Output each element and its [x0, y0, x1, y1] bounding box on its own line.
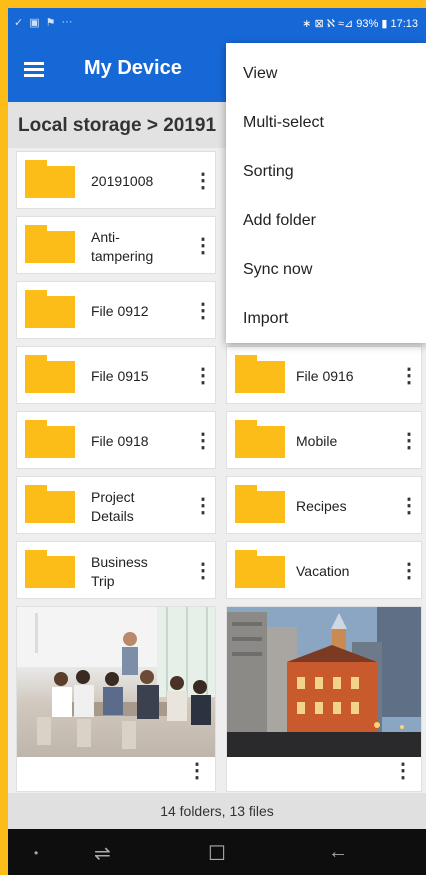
file-tile[interactable]: ⋮ — [226, 606, 422, 792]
folder-name: Recipes — [296, 498, 347, 514]
more-options-icon[interactable]: ⋮ — [193, 235, 213, 257]
more-options-icon[interactable]: ⋮ — [193, 365, 213, 387]
folder-tile[interactable]: Anti- tampering ⋮ — [16, 216, 216, 274]
folder-name: Project Details — [91, 489, 135, 524]
more-options-icon[interactable]: ⋮ — [399, 430, 419, 452]
folder-name: Anti- tampering — [91, 229, 154, 264]
folder-tile[interactable]: Mobile ⋮ — [226, 411, 422, 469]
folder-name: Mobile — [296, 433, 338, 449]
system-nav-bar: • ⇌ ☐ ← — [8, 829, 426, 875]
folder-tile[interactable]: File 0912 ⋮ — [16, 281, 216, 339]
check-icon: ✓ — [14, 17, 24, 29]
city-photo — [227, 607, 421, 757]
gallery-icon: ▣ — [29, 17, 40, 29]
more-options-icon[interactable]: ⋮ — [393, 758, 413, 783]
more-options-icon[interactable]: ⋮ — [193, 300, 213, 322]
recents-icon[interactable]: ⇌ — [94, 841, 111, 866]
more-options-icon[interactable]: ⋮ — [399, 560, 419, 582]
folder-name: Business Trip — [91, 554, 148, 589]
menu-item-multi-select[interactable]: Multi-select — [226, 99, 426, 148]
more-icon: ··· — [61, 16, 73, 28]
folder-icon — [235, 550, 285, 588]
menu-item-import[interactable]: Import — [226, 295, 426, 344]
page-title: My Device — [84, 57, 182, 79]
folder-icon — [235, 420, 285, 458]
more-options-icon[interactable]: ⋮ — [193, 495, 213, 517]
folder-icon — [25, 420, 75, 458]
file-tile[interactable]: ⋮ — [16, 606, 216, 792]
folder-icon — [25, 290, 75, 328]
folder-name: File 0915 — [91, 368, 149, 384]
folder-name: File 0916 — [296, 368, 354, 384]
folder-name: 20191008 — [91, 173, 154, 189]
folder-tile[interactable]: Vacation ⋮ — [226, 541, 422, 599]
more-options-icon[interactable]: ⋮ — [399, 365, 419, 387]
more-options-icon[interactable]: ⋮ — [193, 560, 213, 582]
status-right-text: ∗ ⊠ ℵ ≈⊿ 93% ▮ 17:13 — [302, 18, 418, 30]
folder-icon — [25, 160, 75, 198]
folder-icon — [235, 485, 285, 523]
more-options-icon[interactable]: ⋮ — [187, 758, 207, 783]
dot-icon: • — [34, 846, 39, 860]
status-bar: ✓ ▣ ⚑ ··· ∗ ⊠ ℵ ≈⊿ 93% ▮ 17:13 — [8, 8, 426, 38]
more-options-icon[interactable]: ⋮ — [193, 170, 213, 192]
more-options-icon[interactable]: ⋮ — [399, 495, 419, 517]
folder-tile[interactable]: File 0916 ⋮ — [226, 346, 422, 404]
more-options-icon[interactable]: ⋮ — [193, 430, 213, 452]
folder-icon — [25, 485, 75, 523]
folder-icon — [235, 355, 285, 393]
overflow-menu: View Multi-select Sorting Add folder Syn… — [226, 43, 426, 343]
meeting-photo — [17, 607, 215, 757]
folder-tile[interactable]: Project Details ⋮ — [16, 476, 216, 534]
folder-tile[interactable]: 20191008 ⋮ — [16, 151, 216, 209]
menu-icon[interactable] — [24, 62, 44, 78]
menu-item-view[interactable]: View — [226, 50, 426, 99]
status-left-icons: ✓ ▣ ⚑ ··· — [14, 16, 73, 29]
folder-tile[interactable]: File 0915 ⋮ — [16, 346, 216, 404]
folder-icon — [25, 225, 75, 263]
flag-icon: ⚑ — [45, 17, 56, 29]
footer-summary: 14 folders, 13 files — [8, 793, 426, 829]
menu-item-add-folder[interactable]: Add folder — [226, 197, 426, 246]
device-screen: ✓ ▣ ⚑ ··· ∗ ⊠ ℵ ≈⊿ 93% ▮ 17:13 My Device… — [8, 8, 426, 875]
folder-tile[interactable]: Business Trip ⋮ — [16, 541, 216, 599]
folder-icon — [25, 550, 75, 588]
folder-name: File 0918 — [91, 433, 149, 449]
folder-name: Vacation — [296, 563, 350, 579]
folder-icon — [25, 355, 75, 393]
menu-item-sync-now[interactable]: Sync now — [226, 246, 426, 295]
back-icon[interactable]: ← — [328, 841, 348, 864]
folder-name: File 0912 — [91, 303, 149, 319]
menu-item-sorting[interactable]: Sorting — [226, 148, 426, 197]
home-icon[interactable]: ☐ — [208, 841, 226, 866]
folder-tile[interactable]: File 0918 ⋮ — [16, 411, 216, 469]
folder-tile[interactable]: Recipes ⋮ — [226, 476, 422, 534]
